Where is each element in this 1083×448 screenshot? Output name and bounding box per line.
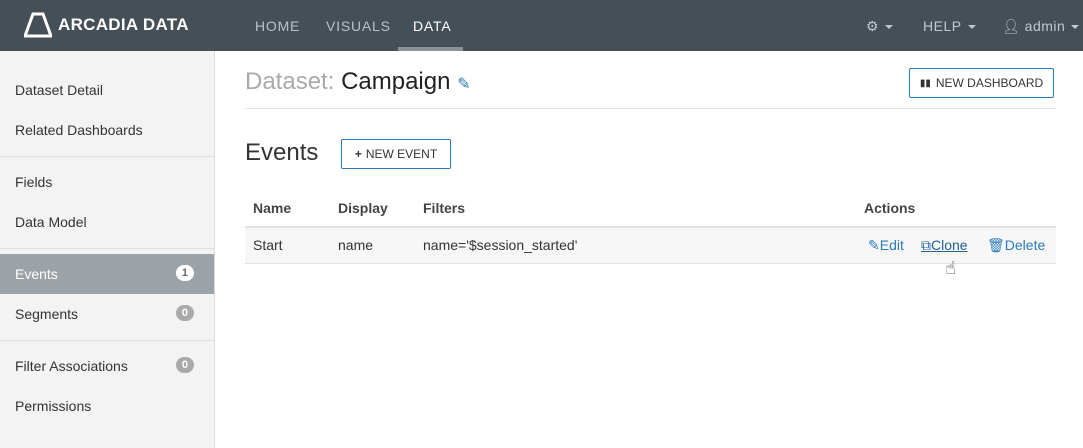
new-event-button[interactable]: + NEW EVENT xyxy=(341,139,451,169)
column-header-name: Name xyxy=(253,200,292,216)
hand-cursor-icon: ☝︎ xyxy=(945,258,956,278)
sidebar-item-dataset-detail[interactable]: Dataset Detail xyxy=(0,70,214,110)
nav-data[interactable]: DATA xyxy=(413,18,451,34)
divider xyxy=(245,108,1056,109)
section-title: Events xyxy=(245,139,319,166)
active-nav-indicator xyxy=(398,47,463,51)
dataset-name: Campaign xyxy=(341,68,451,95)
nav-visuals[interactable]: VISUALS xyxy=(326,18,391,34)
count-badge: 0 xyxy=(175,305,194,321)
gear-icon: ⚙ xyxy=(866,18,880,34)
sidebar-item-events[interactable]: Events 1 xyxy=(0,254,214,294)
arcadia-logo-icon xyxy=(24,12,52,38)
title-prefix: Dataset: xyxy=(245,68,335,95)
sidebar-item-data-model[interactable]: Data Model xyxy=(0,202,214,242)
label: Segments xyxy=(15,306,79,322)
cell-name: Start xyxy=(253,237,283,253)
column-header-filters: Filters xyxy=(423,200,466,216)
top-navbar: ARCADIA DATA HOME VISUALS DATA ⚙ HELP 👤︎… xyxy=(0,0,1083,51)
clone-link[interactable]: ⧉Clone xyxy=(921,237,968,254)
plus-icon: + xyxy=(354,147,362,161)
help-menu[interactable]: HELP xyxy=(923,18,976,34)
column-header-display: Display xyxy=(338,200,388,216)
label: Filter Associations xyxy=(15,358,128,374)
clone-icon: ⧉ xyxy=(921,237,931,253)
label: Fields xyxy=(15,174,53,190)
caret-down-icon xyxy=(885,25,894,30)
sidebar-item-filter-associations[interactable]: Filter Associations 0 xyxy=(0,346,214,386)
label: Data Model xyxy=(15,214,87,230)
caret-down-icon xyxy=(1071,25,1080,30)
user-icon: 👤︎ xyxy=(1002,18,1021,34)
label: Events xyxy=(15,266,58,282)
label: Related Dashboards xyxy=(15,122,143,138)
caret-down-icon xyxy=(967,25,976,30)
label: Clone xyxy=(931,237,968,253)
pencil-icon[interactable]: ✎ xyxy=(457,76,470,93)
page-title: Dataset: Campaign ✎ xyxy=(245,68,471,96)
count-badge: 0 xyxy=(175,357,194,373)
label: NEW DASHBOARD xyxy=(935,76,1044,90)
label: NEW EVENT xyxy=(365,147,438,161)
sidebar-item-fields[interactable]: Fields xyxy=(0,162,214,202)
brand-logo[interactable]: ARCADIA DATA xyxy=(24,12,189,38)
brand-name: ARCADIA DATA xyxy=(58,15,189,34)
new-dashboard-button[interactable]: ▮▮ NEW DASHBOARD xyxy=(909,68,1054,98)
label: Permissions xyxy=(15,398,92,414)
delete-link[interactable]: 🗑︎Delete xyxy=(987,237,1045,254)
user-menu[interactable]: 👤︎ admin xyxy=(1002,18,1080,35)
edit-link[interactable]: ✎Edit xyxy=(868,237,904,254)
column-header-actions: Actions xyxy=(864,200,916,216)
label: Edit xyxy=(879,237,904,253)
dashboard-icon: ▮▮ xyxy=(919,77,931,89)
settings-menu[interactable]: ⚙ xyxy=(866,18,894,35)
cell-display: name xyxy=(338,237,374,253)
label: Dataset Detail xyxy=(15,82,103,98)
label: Delete xyxy=(1004,237,1046,253)
nav-home[interactable]: HOME xyxy=(255,18,300,34)
sidebar-item-related-dashboards[interactable]: Related Dashboards xyxy=(0,110,214,150)
trash-icon: 🗑︎ xyxy=(987,237,1005,253)
help-label: HELP xyxy=(923,18,962,34)
divider xyxy=(0,248,214,249)
sidebar-item-permissions[interactable]: Permissions xyxy=(0,386,214,426)
sidebar: Dataset Detail Related Dashboards Fields… xyxy=(0,51,215,448)
pencil-icon: ✎ xyxy=(868,237,880,253)
count-badge: 1 xyxy=(175,265,194,281)
cell-filters: name='$session_started' xyxy=(423,237,578,253)
sidebar-item-segments[interactable]: Segments 0 xyxy=(0,294,214,334)
divider xyxy=(0,340,214,341)
divider xyxy=(0,156,214,157)
user-label: admin xyxy=(1024,18,1066,34)
